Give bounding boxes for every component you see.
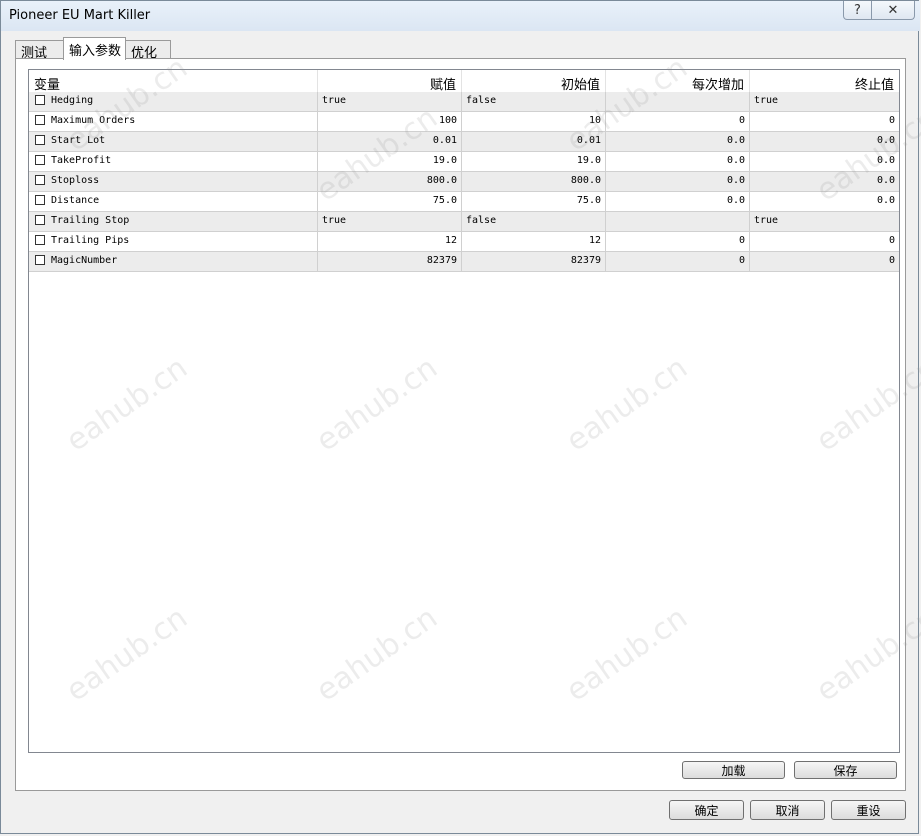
stop-cell[interactable]: 0.0 [750, 132, 899, 152]
variable-name: Trailing Stop [51, 215, 130, 226]
load-button[interactable]: 加载 [682, 761, 785, 779]
variable-name: Distance [51, 195, 100, 206]
variable-cell: Maximum Orders [29, 112, 318, 132]
variable-name: Trailing Pips [51, 235, 130, 246]
start-cell[interactable]: 82379 [462, 252, 606, 272]
variable-name: TakeProfit [51, 155, 112, 166]
optimize-checkbox[interactable] [35, 215, 45, 225]
inputs-panel: 变量 赋值 初始值 每次增加 终止值 Hedging true false true M… [15, 58, 906, 791]
step-cell[interactable] [606, 92, 750, 112]
tab-test[interactable]: 测试 [15, 40, 64, 61]
ok-button[interactable]: 确定 [669, 800, 744, 820]
column-header-stop[interactable]: 终止值 [750, 70, 899, 93]
table-row[interactable]: TakeProfit 19.0 19.0 0.0 0.0 [29, 152, 899, 172]
step-cell[interactable]: 0 [606, 112, 750, 132]
close-icon: ✕ [887, 2, 899, 18]
value-cell[interactable]: true [318, 212, 462, 232]
reset-button[interactable]: 重设 [831, 800, 906, 820]
start-cell[interactable]: false [462, 212, 606, 232]
step-cell[interactable]: 0.0 [606, 132, 750, 152]
variable-cell: Start Lot [29, 132, 318, 152]
value-cell[interactable]: 19.0 [318, 152, 462, 172]
step-cell[interactable]: 0.0 [606, 172, 750, 192]
table-header: 变量 赋值 初始值 每次增加 终止值 [29, 70, 899, 93]
value-cell[interactable]: 82379 [318, 252, 462, 272]
start-cell[interactable]: false [462, 92, 606, 112]
stop-cell[interactable]: 0.0 [750, 192, 899, 212]
variable-cell: MagicNumber [29, 252, 318, 272]
cancel-button[interactable]: 取消 [750, 800, 825, 820]
stop-cell[interactable]: true [750, 92, 899, 112]
variable-name: MagicNumber [51, 255, 118, 266]
start-cell[interactable]: 0.01 [462, 132, 606, 152]
parameters-table: 变量 赋值 初始值 每次增加 终止值 Hedging true false true M… [28, 69, 900, 753]
help-icon: ? [854, 2, 861, 18]
start-cell[interactable]: 12 [462, 232, 606, 252]
step-cell[interactable]: 0 [606, 252, 750, 272]
optimize-checkbox[interactable] [35, 95, 45, 105]
save-button[interactable]: 保存 [794, 761, 897, 779]
stop-cell[interactable]: 0 [750, 232, 899, 252]
optimize-checkbox[interactable] [35, 255, 45, 265]
optimize-checkbox[interactable] [35, 115, 45, 125]
table-row[interactable]: Stoploss 800.0 800.0 0.0 0.0 [29, 172, 899, 192]
variable-cell: Distance [29, 192, 318, 212]
variable-name: Maximum Orders [51, 115, 136, 126]
table-row[interactable]: Maximum Orders 100 10 0 0 [29, 112, 899, 132]
stop-cell[interactable]: true [750, 212, 899, 232]
variable-cell: Trailing Stop [29, 212, 318, 232]
table-row[interactable]: Start Lot 0.01 0.01 0.0 0.0 [29, 132, 899, 152]
window-title: Pioneer EU Mart Killer [9, 8, 151, 23]
optimize-checkbox[interactable] [35, 155, 45, 165]
title-bar: Pioneer EU Mart Killer ? ✕ [1, 1, 920, 31]
column-header-value[interactable]: 赋值 [318, 70, 462, 93]
stop-cell[interactable]: 0 [750, 252, 899, 272]
variable-name: Start Lot [51, 135, 106, 146]
tab-inputs[interactable]: 输入参数 [63, 37, 126, 60]
value-cell[interactable]: 75.0 [318, 192, 462, 212]
start-cell[interactable]: 800.0 [462, 172, 606, 192]
optimize-checkbox[interactable] [35, 135, 45, 145]
table-row[interactable]: Trailing Stop true false true [29, 212, 899, 232]
step-cell[interactable]: 0 [606, 232, 750, 252]
variable-name: Hedging [51, 95, 94, 106]
value-cell[interactable]: 800.0 [318, 172, 462, 192]
optimize-checkbox[interactable] [35, 175, 45, 185]
step-cell[interactable]: 0.0 [606, 192, 750, 212]
value-cell[interactable]: 100 [318, 112, 462, 132]
optimize-checkbox[interactable] [35, 235, 45, 245]
column-header-step[interactable]: 每次增加 [606, 70, 750, 93]
table-row[interactable]: Hedging true false true [29, 92, 899, 112]
stop-cell[interactable]: 0 [750, 112, 899, 132]
optimize-checkbox[interactable] [35, 195, 45, 205]
dialog-window: Pioneer EU Mart Killer ? ✕ 测试 输入参数 优化 变量… [0, 0, 920, 834]
stop-cell[interactable]: 0.0 [750, 152, 899, 172]
start-cell[interactable]: 75.0 [462, 192, 606, 212]
variable-cell: TakeProfit [29, 152, 318, 172]
tab-optimization[interactable]: 优化 [125, 40, 171, 61]
column-header-start[interactable]: 初始值 [462, 70, 606, 93]
close-button[interactable]: ✕ [872, 1, 915, 20]
variable-name: Stoploss [51, 175, 100, 186]
start-cell[interactable]: 10 [462, 112, 606, 132]
table-row[interactable]: Trailing Pips 12 12 0 0 [29, 232, 899, 252]
stop-cell[interactable]: 0.0 [750, 172, 899, 192]
value-cell[interactable]: 12 [318, 232, 462, 252]
step-cell[interactable] [606, 212, 750, 232]
table-row[interactable]: Distance 75.0 75.0 0.0 0.0 [29, 192, 899, 212]
variable-cell: Stoploss [29, 172, 318, 192]
variable-cell: Hedging [29, 92, 318, 112]
value-cell[interactable]: true [318, 92, 462, 112]
step-cell[interactable]: 0.0 [606, 152, 750, 172]
start-cell[interactable]: 19.0 [462, 152, 606, 172]
column-header-variable[interactable]: 变量 [29, 70, 318, 93]
help-button[interactable]: ? [843, 1, 872, 20]
variable-cell: Trailing Pips [29, 232, 318, 252]
table-row[interactable]: MagicNumber 82379 82379 0 0 [29, 252, 899, 272]
value-cell[interactable]: 0.01 [318, 132, 462, 152]
